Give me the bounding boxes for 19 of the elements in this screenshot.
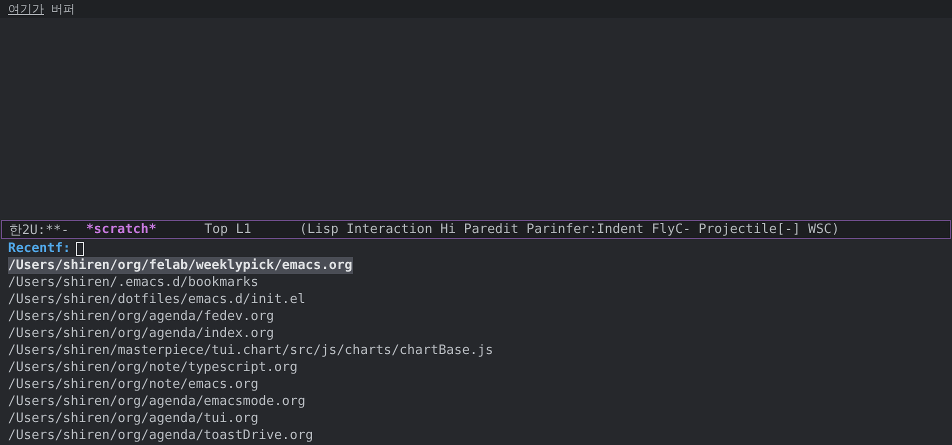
recent-file-item[interactable]: /Users/shiren/masterpiece/tui.chart/src/js/charts/chartBase.js xyxy=(8,342,494,359)
mode-list: (Lisp Interaction Hi Paredit Parinfer:Indent FlyC- Projectile[-] WSC) xyxy=(299,222,840,237)
buffer-position: Top L1 xyxy=(204,222,252,237)
recent-file-item[interactable]: /Users/shiren/org/agenda/toastDrive.org xyxy=(8,427,314,444)
recent-file-item[interactable]: /Users/shiren/org/note/typescript.org xyxy=(8,359,299,376)
buffer-name: *scratch* xyxy=(86,222,156,237)
recent-file-item[interactable]: /Users/shiren/.emacs.d/bookmarks xyxy=(8,274,260,291)
text-cursor[interactable] xyxy=(76,242,84,256)
modeline-status: 한2U:**- xyxy=(9,222,69,238)
minibuffer-prompt: Recentf: xyxy=(8,241,71,256)
header-text: 버퍼 xyxy=(51,0,75,18)
recent-file-item[interactable]: /Users/shiren/dotfiles/emacs.d/init.el xyxy=(8,291,306,308)
recent-file-item[interactable]: /Users/shiren/org/agenda/tui.org xyxy=(8,410,260,427)
header-text: 여기가 xyxy=(8,0,44,18)
recent-file-item[interactable]: /Users/shiren/org/agenda/fedev.org xyxy=(8,308,276,325)
recent-file-item[interactable]: /Users/shiren/org/agenda/emacsmode.org xyxy=(8,393,306,410)
recent-file-item[interactable]: /Users/shiren/org/felab/weeklypick/emacs.org xyxy=(8,257,354,274)
recent-file-item[interactable]: /Users/shiren/org/note/emacs.org xyxy=(8,376,260,393)
recent-file-item[interactable]: /Users/shiren/org/agenda/index.org xyxy=(8,325,276,342)
